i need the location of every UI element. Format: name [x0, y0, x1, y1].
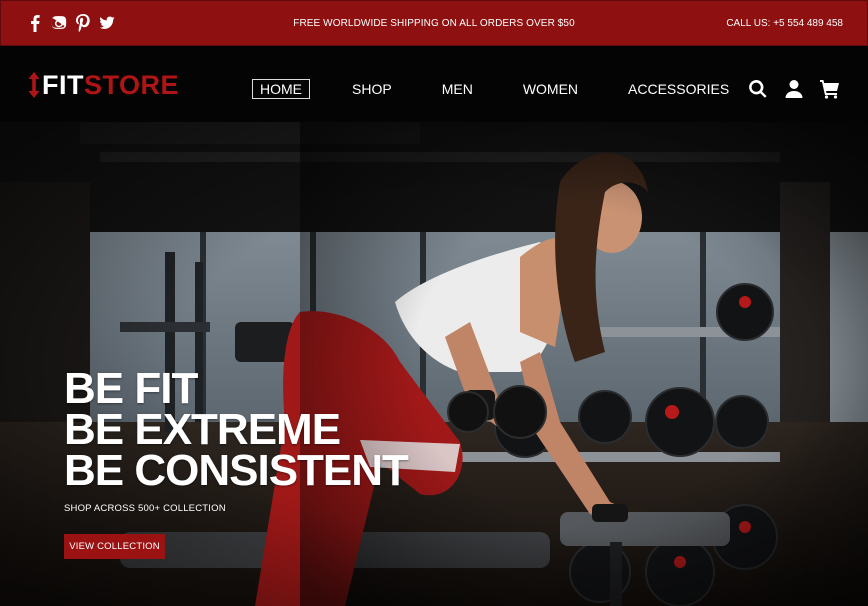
main-nav: FIT STORE HOME SHOP MEN WOMEN ACCESSORIES	[0, 46, 868, 122]
logo-arrows-icon	[28, 72, 40, 98]
call-us-text: CALL US: +5 554 489 458	[726, 18, 843, 29]
hero-banner: BE FIT BE EXTREME BE CONSISTENT SHOP ACR…	[0, 122, 868, 606]
nav-item-men[interactable]: MEN	[434, 79, 481, 99]
cart-icon[interactable]	[820, 79, 840, 99]
hero-subtitle: SHOP ACROSS 500+ COLLECTION	[64, 503, 226, 514]
user-icon[interactable]	[784, 79, 804, 99]
search-icon[interactable]	[748, 79, 768, 99]
hero-line-1: BE FIT	[64, 364, 198, 413]
nav-item-shop[interactable]: SHOP	[344, 79, 400, 99]
nav-icons	[748, 79, 840, 99]
view-collection-button[interactable]: VIEW COLLECTION	[64, 534, 165, 559]
nav-item-home[interactable]: HOME	[252, 79, 310, 99]
hero-headline: BE FIT BE EXTREME BE CONSISTENT SHOP ACR…	[64, 364, 409, 515]
hero-line-2: BE EXTREME	[64, 405, 341, 454]
logo-text-fit: FIT	[42, 69, 84, 100]
nav-menu: HOME SHOP MEN WOMEN ACCESSORIES	[252, 79, 771, 99]
logo-text-store: STORE	[84, 69, 180, 100]
logo[interactable]: FIT STORE	[28, 70, 179, 100]
top-bar: FREE WORLDWIDE SHIPPING ON ALL ORDERS OV…	[0, 0, 868, 46]
nav-item-accessories[interactable]: ACCESSORIES	[620, 79, 737, 99]
nav-item-women[interactable]: WOMEN	[515, 79, 586, 99]
hero-line-3: BE CONSISTENT	[64, 446, 409, 495]
